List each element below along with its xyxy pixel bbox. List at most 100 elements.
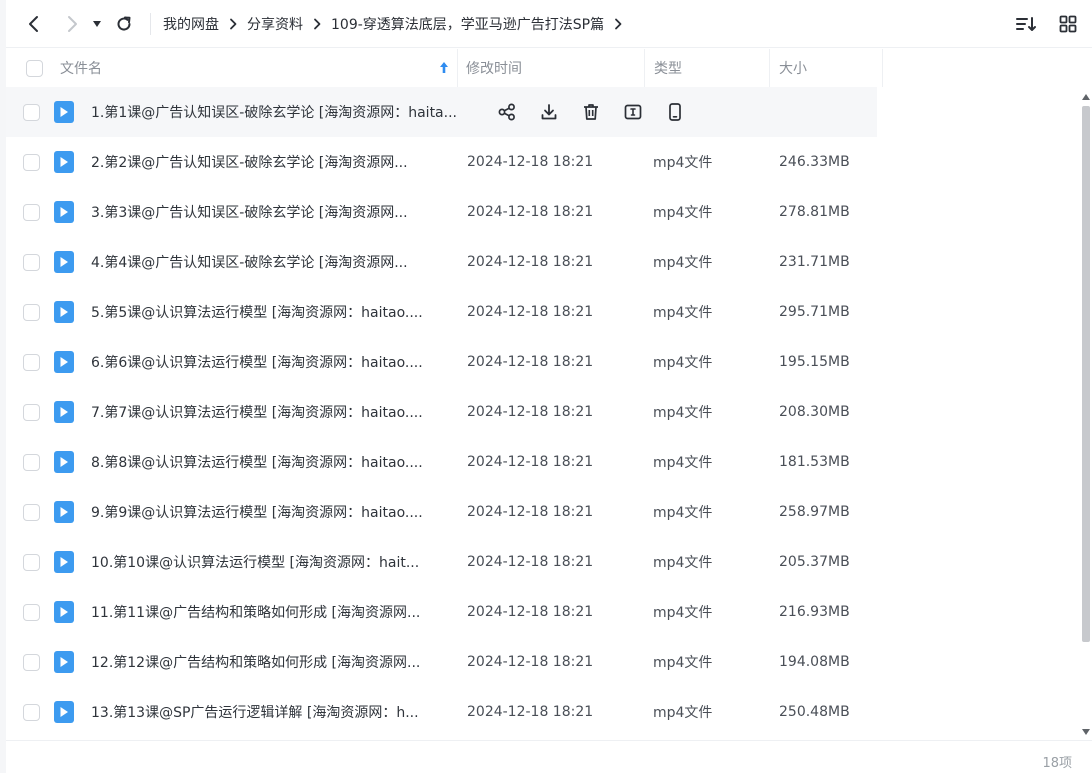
file-modified: 2024-12-18 18:21 [467, 404, 594, 420]
item-count: 18项 [1042, 756, 1072, 771]
toolbar-divider [150, 12, 151, 35]
file-icon-cell [54, 151, 91, 173]
row-checkbox[interactable] [23, 503, 40, 521]
video-file-icon [54, 151, 74, 173]
file-size: 250.48MB [779, 704, 850, 720]
file-row[interactable]: 5.第5课@认识算法运行模型 [海淘资源网：haitao.... 2024-12… [6, 287, 1078, 337]
file-row[interactable]: 9.第9课@认识算法运行模型 [海淘资源网：haitao.... 2024-12… [6, 487, 1078, 537]
file-name[interactable]: 4.第4课@广告认知误区-破除玄学论 [海淘资源网... [91, 252, 458, 272]
file-name[interactable]: 13.第13课@SP广告运行逻辑详解 [海淘资源网：h... [91, 702, 458, 722]
column-header-label: 文件名 [60, 61, 102, 77]
file-name[interactable]: 6.第6课@认识算法运行模型 [海淘资源网：haitao.... [91, 352, 458, 372]
rename-button[interactable] [622, 101, 644, 123]
chevron-right-icon[interactable] [614, 18, 622, 30]
file-type: mp4文件 [653, 605, 713, 621]
file-type: mp4文件 [653, 355, 713, 371]
scroll-up-arrow-icon[interactable] [1081, 92, 1091, 102]
sort-ascending-icon [440, 62, 448, 73]
file-row[interactable]: 13.第13课@SP广告运行逻辑详解 [海淘资源网：h... 2024-12-1… [6, 687, 1078, 737]
file-row[interactable]: 3.第3课@广告认知误区-破除玄学论 [海淘资源网... 2024-12-18 … [6, 187, 1078, 237]
row-checkbox[interactable] [23, 653, 40, 671]
file-icon-cell [54, 201, 91, 223]
file-modified: 2024-12-18 18:21 [467, 204, 594, 220]
row-checkbox[interactable] [23, 153, 40, 171]
row-checkbox[interactable] [23, 403, 40, 421]
file-name[interactable]: 3.第3课@广告认知误区-破除玄学论 [海淘资源网... [91, 202, 458, 222]
file-size: 278.81MB [779, 204, 850, 220]
column-header-label: 修改时间 [466, 61, 522, 77]
file-row[interactable]: 7.第7课@认识算法运行模型 [海淘资源网：haitao.... 2024-12… [6, 387, 1078, 437]
grid-icon [1059, 15, 1077, 33]
download-button[interactable] [538, 101, 560, 123]
file-modified: 2024-12-18 18:21 [467, 504, 594, 520]
sort-button[interactable] [1012, 10, 1040, 38]
row-checkbox-cell [6, 703, 54, 721]
file-icon-cell [54, 101, 91, 123]
share-icon [498, 103, 515, 121]
file-row[interactable]: 2.第2课@广告认知误区-破除玄学论 [海淘资源网... 2024-12-18 … [6, 137, 1078, 187]
file-row[interactable]: 1.第1课@广告认知误区-破除玄学论 [海淘资源网：haita... [6, 87, 1078, 137]
video-file-icon [54, 401, 74, 423]
file-row[interactable]: 11.第11课@广告结构和策略如何形成 [海淘资源网... 2024-12-18… [6, 587, 1078, 637]
sort-list-icon [1016, 17, 1036, 31]
column-header-size[interactable]: 大小 [770, 49, 883, 87]
file-name[interactable]: 10.第10课@认识算法运行模型 [海淘资源网：hait... [91, 552, 458, 572]
refresh-icon [117, 16, 131, 31]
column-header-modified[interactable]: 修改时间 [458, 49, 645, 87]
file-row[interactable]: 4.第4课@广告认知误区-破除玄学论 [海淘资源网... 2024-12-18 … [6, 237, 1078, 287]
file-icon-cell [54, 551, 91, 573]
file-icon-cell [54, 251, 91, 273]
column-header-name[interactable]: 文件名 [54, 49, 458, 87]
video-file-icon [54, 501, 74, 523]
history-dropdown-button[interactable] [88, 10, 106, 38]
file-row[interactable]: 6.第6课@认识算法运行模型 [海淘资源网：haitao.... 2024-12… [6, 337, 1078, 387]
row-checkbox[interactable] [23, 303, 40, 321]
forward-button[interactable] [58, 10, 86, 38]
file-size: 231.71MB [779, 254, 850, 270]
file-type: mp4文件 [653, 555, 713, 571]
send-to-phone-button[interactable] [664, 101, 686, 123]
file-name[interactable]: 9.第9课@认识算法运行模型 [海淘资源网：haitao.... [91, 502, 458, 522]
file-name[interactable]: 1.第1课@广告认知误区-破除玄学论 [海淘资源网：haita... [91, 102, 472, 122]
refresh-button[interactable] [110, 10, 138, 38]
row-checkbox[interactable] [23, 553, 40, 571]
delete-icon [584, 104, 598, 120]
file-name[interactable]: 2.第2课@广告认知误区-破除玄学论 [海淘资源网... [91, 152, 458, 172]
file-name[interactable]: 8.第8课@认识算法运行模型 [海淘资源网：haitao.... [91, 452, 458, 472]
row-checkbox[interactable] [23, 703, 40, 721]
breadcrumb-item[interactable]: 分享资料 [247, 14, 303, 34]
file-row[interactable]: 10.第10课@认识算法运行模型 [海淘资源网：hait... 2024-12-… [6, 537, 1078, 587]
file-name[interactable]: 5.第5课@认识算法运行模型 [海淘资源网：haitao.... [91, 302, 458, 322]
row-checkbox[interactable] [23, 103, 40, 121]
grid-view-button[interactable] [1054, 10, 1082, 38]
column-header-label: 大小 [779, 61, 807, 77]
file-modified: 2024-12-18 18:21 [467, 304, 594, 320]
breadcrumb-item[interactable]: 我的网盘 [163, 14, 219, 34]
file-name[interactable]: 12.第12课@广告结构和策略如何形成 [海淘资源网... [91, 652, 458, 672]
scroll-down-arrow-icon[interactable] [1081, 727, 1091, 737]
breadcrumb-item-current[interactable]: 109-穿透算法底层，学亚马逊广告打法SP篇 [331, 14, 604, 34]
row-checkbox[interactable] [23, 603, 40, 621]
video-file-icon [54, 651, 74, 673]
file-modified: 2024-12-18 18:21 [467, 354, 594, 370]
share-button[interactable] [496, 101, 518, 123]
file-size: 295.71MB [779, 304, 850, 320]
vertical-scrollbar[interactable] [1080, 92, 1092, 737]
row-checkbox[interactable] [23, 353, 40, 371]
back-button[interactable] [20, 10, 48, 38]
column-header: 文件名 修改时间 类型 大小 [6, 49, 1078, 87]
file-size: 205.37MB [779, 554, 850, 570]
row-checkbox[interactable] [23, 253, 40, 271]
row-checkbox[interactable] [23, 453, 40, 471]
file-row[interactable]: 8.第8课@认识算法运行模型 [海淘资源网：haitao.... 2024-12… [6, 437, 1078, 487]
select-all-checkbox[interactable] [26, 59, 43, 77]
view-controls [1012, 10, 1082, 38]
file-name[interactable]: 11.第11课@广告结构和策略如何形成 [海淘资源网... [91, 602, 458, 622]
file-icon-cell [54, 351, 91, 373]
file-row[interactable]: 12.第12课@广告结构和策略如何形成 [海淘资源网... 2024-12-18… [6, 637, 1078, 687]
column-header-type[interactable]: 类型 [645, 49, 770, 87]
delete-button[interactable] [580, 101, 602, 123]
scrollbar-thumb[interactable] [1082, 106, 1090, 642]
row-checkbox[interactable] [23, 203, 40, 221]
file-name[interactable]: 7.第7课@认识算法运行模型 [海淘资源网：haitao.... [91, 402, 458, 422]
